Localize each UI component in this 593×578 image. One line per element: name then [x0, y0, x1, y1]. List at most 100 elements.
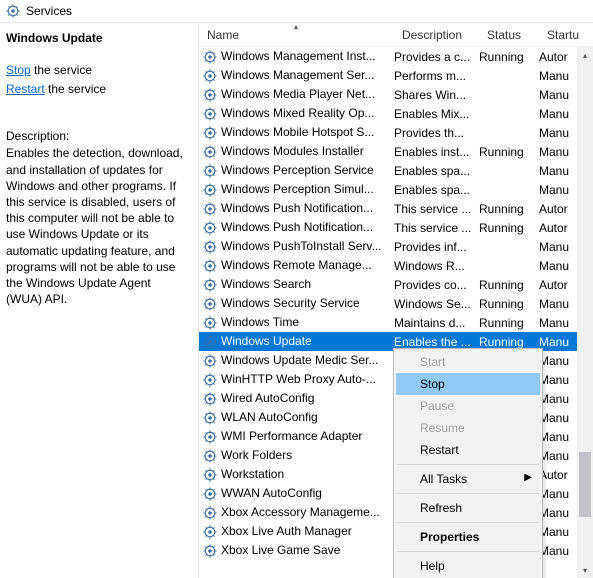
service-icon	[203, 353, 217, 368]
vertical-scrollbar[interactable]: ▴ ▾	[577, 47, 593, 578]
service-icon	[203, 543, 217, 558]
column-status[interactable]: Status	[479, 23, 539, 46]
cell-name: Windows Modules Installer	[199, 144, 394, 159]
service-icon	[203, 296, 217, 311]
service-icon	[203, 467, 217, 482]
cell-description: Enables spa...	[394, 164, 479, 178]
table-row[interactable]: Windows Push Notification...This service…	[199, 199, 593, 218]
cell-name: Windows Perception Service	[199, 163, 394, 178]
restart-link[interactable]: Restart	[6, 82, 45, 96]
column-name[interactable]: Name ▴	[199, 23, 394, 46]
column-startup[interactable]: Startu	[539, 23, 593, 46]
title-bar: Services	[0, 0, 593, 23]
cell-name: Windows Management Ser...	[199, 68, 394, 83]
service-icon	[203, 410, 217, 425]
services-icon	[6, 4, 20, 19]
table-row[interactable]: Windows PushToInstall Serv...Provides in…	[199, 237, 593, 256]
table-row[interactable]: Windows Remote Manage...Windows R...Manu	[199, 256, 593, 275]
cell-description: This service ...	[394, 202, 479, 216]
stop-link[interactable]: Stop	[6, 63, 31, 77]
service-icon	[203, 524, 217, 539]
service-icon	[203, 144, 217, 159]
cell-status: Running	[479, 316, 539, 330]
cell-name: Windows Media Player Net...	[199, 87, 394, 102]
menu-resume[interactable]: Resume	[396, 417, 540, 439]
menu-sep	[397, 522, 539, 523]
cell-name: Work Folders	[199, 448, 394, 463]
service-icon	[203, 182, 217, 197]
cell-name: Windows Update	[199, 334, 394, 349]
table-row[interactable]: Windows Management Ser...Performs m...Ma…	[199, 66, 593, 85]
table-row[interactable]: Windows Perception Simul...Enables spa..…	[199, 180, 593, 199]
sort-caret-icon: ▴	[294, 23, 298, 31]
cell-name: Windows PushToInstall Serv...	[199, 239, 394, 254]
list-pane: Name ▴ Description Status Startu Windows…	[199, 23, 593, 578]
cell-name: Windows Remote Manage...	[199, 258, 394, 273]
cell-description: Maintains d...	[394, 316, 479, 330]
table-row[interactable]: Windows TimeMaintains d...RunningManu	[199, 313, 593, 332]
cell-description: Provides co...	[394, 278, 479, 292]
cell-description: Enables inst...	[394, 145, 479, 159]
menu-pause[interactable]: Pause	[396, 395, 540, 417]
service-icon	[203, 372, 217, 387]
context-menu: Start Stop Pause Resume Restart All Task…	[393, 348, 543, 578]
cell-description: This service ...	[394, 221, 479, 235]
menu-sep	[397, 464, 539, 465]
column-headers: Name ▴ Description Status Startu	[199, 23, 593, 47]
service-icon	[203, 49, 217, 64]
service-icon	[203, 87, 217, 102]
table-row[interactable]: Windows Mixed Reality Op...Enables Mix..…	[199, 104, 593, 123]
table-row[interactable]: Windows Management Inst...Provides a c..…	[199, 47, 593, 66]
scroll-track[interactable]	[577, 63, 593, 562]
restart-suffix: the service	[45, 82, 106, 96]
cell-description: Enables Mix...	[394, 107, 479, 121]
menu-all-tasks[interactable]: All Tasks ▶	[396, 468, 540, 490]
cell-name: Wired AutoConfig	[199, 391, 394, 406]
cell-status: Running	[479, 202, 539, 216]
table-row[interactable]: Windows Media Player Net...Shares Win...…	[199, 85, 593, 104]
service-icon	[203, 258, 217, 273]
cell-description: Shares Win...	[394, 88, 479, 102]
table-row[interactable]: Windows Mobile Hotspot S...Provides th..…	[199, 123, 593, 142]
cell-name: Xbox Accessory Manageme...	[199, 505, 394, 520]
cell-status: Running	[479, 278, 539, 292]
service-icon	[203, 391, 217, 406]
cell-description: Provides th...	[394, 126, 479, 140]
menu-refresh[interactable]: Refresh	[396, 497, 540, 519]
description-label: Description:	[6, 129, 188, 143]
cell-status: Running	[479, 221, 539, 235]
column-description[interactable]: Description	[394, 23, 479, 46]
menu-stop[interactable]: Stop	[396, 373, 540, 395]
cell-name: WLAN AutoConfig	[199, 410, 394, 425]
cell-name: Xbox Live Auth Manager	[199, 524, 394, 539]
service-icon	[203, 68, 217, 83]
menu-help[interactable]: Help	[396, 555, 540, 577]
cell-name: Windows Perception Simul...	[199, 182, 394, 197]
description-body: Enables the detection, download, and ins…	[6, 145, 188, 307]
cell-status: Running	[479, 145, 539, 159]
menu-start[interactable]: Start	[396, 351, 540, 373]
service-icon	[203, 106, 217, 121]
table-row[interactable]: Windows SearchProvides co...RunningAutor	[199, 275, 593, 294]
cell-name: Windows Push Notification...	[199, 220, 394, 235]
scroll-down-icon[interactable]: ▾	[577, 562, 593, 578]
service-icon	[203, 277, 217, 292]
scroll-thumb[interactable]	[579, 452, 591, 517]
cell-name: Windows Search	[199, 277, 394, 292]
cell-name: Workstation	[199, 467, 394, 482]
menu-restart[interactable]: Restart	[396, 439, 540, 461]
menu-properties[interactable]: Properties	[396, 526, 540, 548]
cell-name: Windows Update Medic Ser...	[199, 353, 394, 368]
table-row[interactable]: Windows Push Notification...This service…	[199, 218, 593, 237]
scroll-up-icon[interactable]: ▴	[577, 47, 593, 63]
cell-description: Enables spa...	[394, 183, 479, 197]
cell-description: Windows Se...	[394, 297, 479, 311]
window-title: Services	[26, 4, 72, 18]
cell-name: Windows Push Notification...	[199, 201, 394, 216]
table-row[interactable]: Windows Security ServiceWindows Se...Run…	[199, 294, 593, 313]
submenu-arrow-icon: ▶	[524, 472, 532, 483]
table-row[interactable]: Windows Perception ServiceEnables spa...…	[199, 161, 593, 180]
cell-description: Enables the ...	[394, 335, 479, 349]
service-icon	[203, 220, 217, 235]
table-row[interactable]: Windows Modules InstallerEnables inst...…	[199, 142, 593, 161]
